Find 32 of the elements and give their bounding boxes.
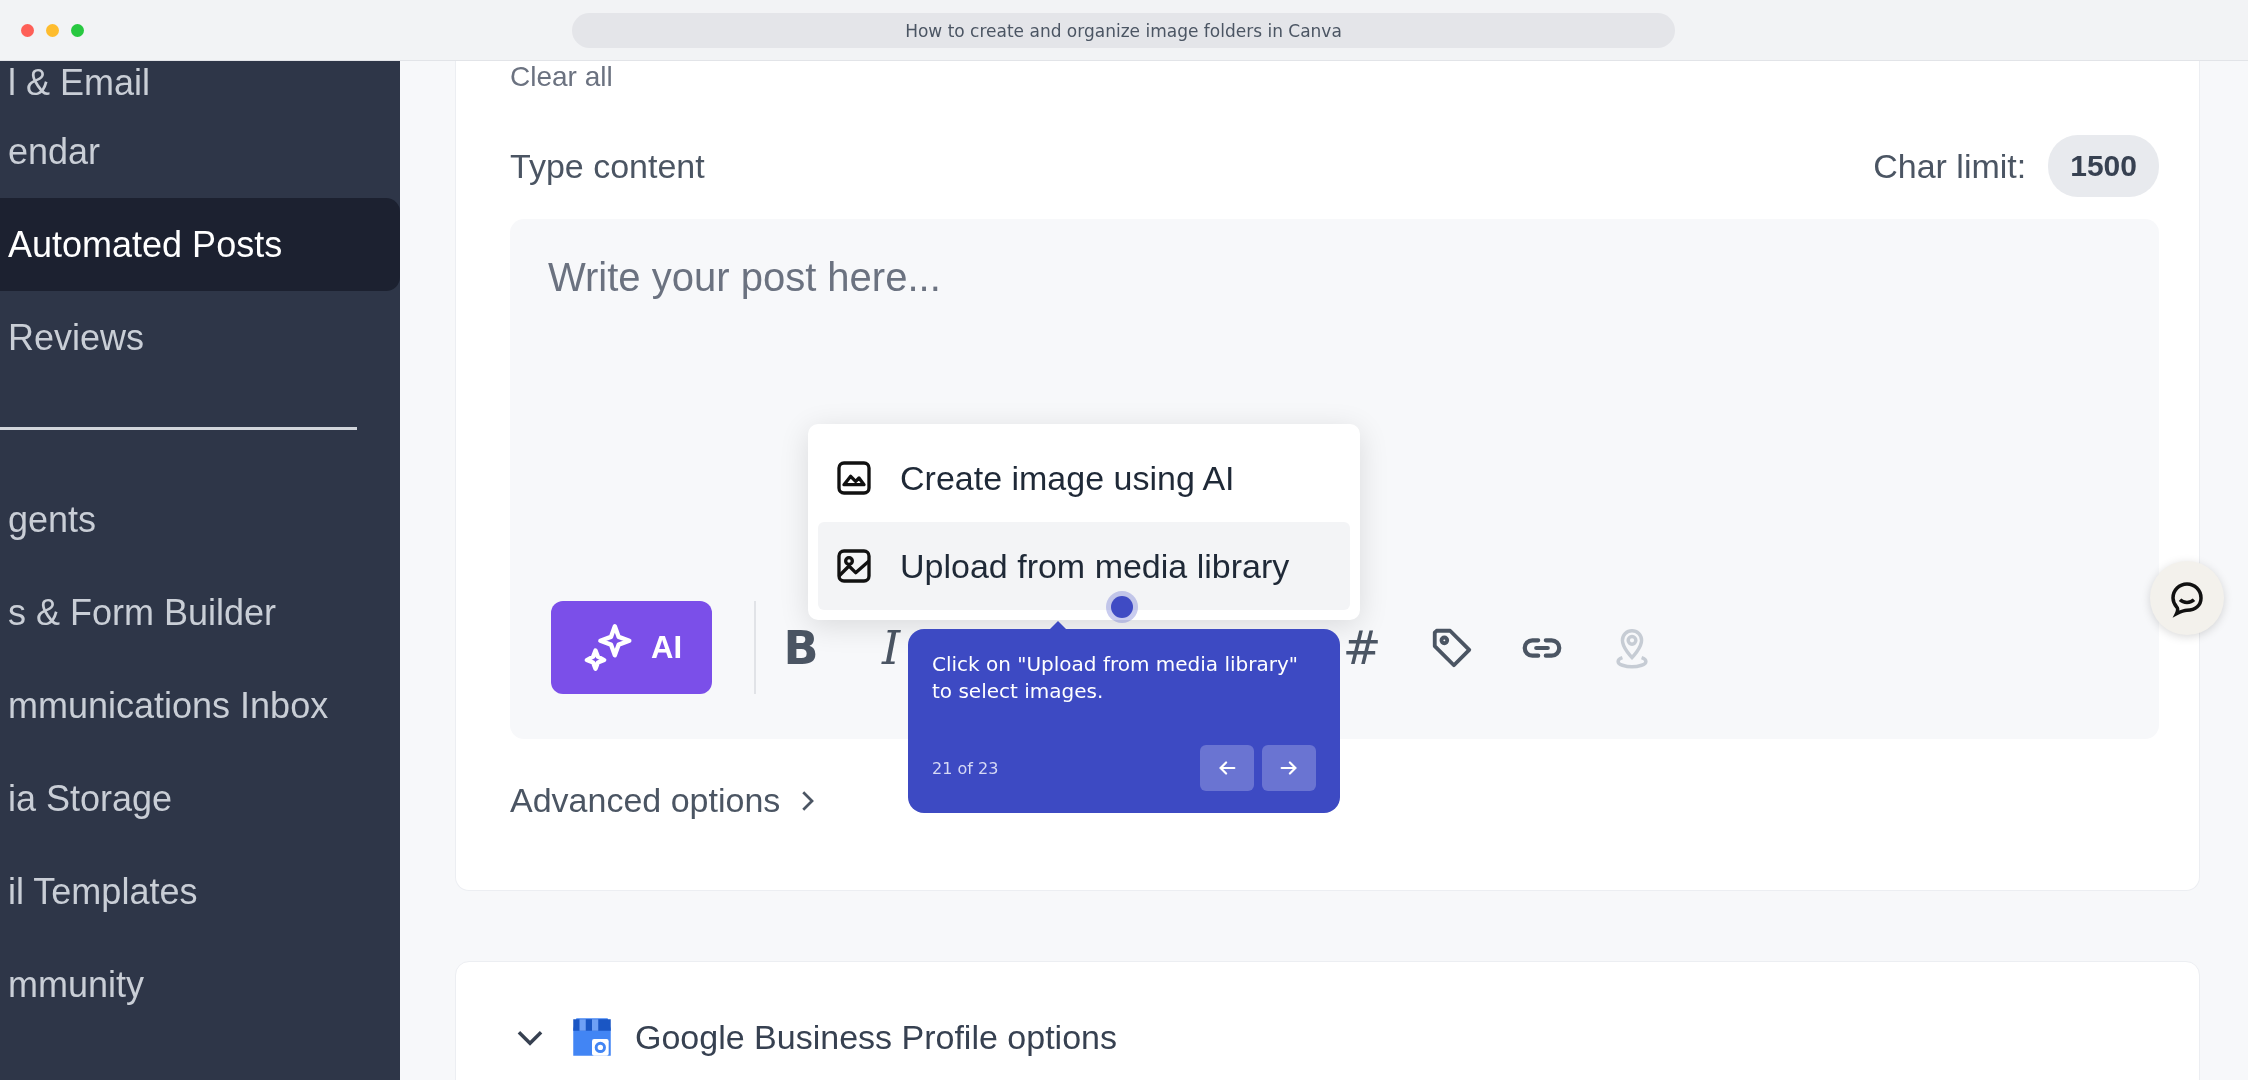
- close-window-dot[interactable]: [21, 23, 34, 37]
- previous-step-button[interactable]: [1200, 745, 1254, 791]
- minimize-window-dot[interactable]: [46, 23, 59, 37]
- ai-button[interactable]: AI: [551, 601, 712, 694]
- clear-all-link[interactable]: Clear all: [510, 61, 613, 93]
- sidebar-item[interactable]: gents: [0, 473, 400, 566]
- hash-tool[interactable]: #: [1317, 617, 1407, 678]
- sidebar-item[interactable]: ia Storage: [0, 752, 400, 845]
- sidebar-item[interactable]: s & Form Builder: [0, 566, 400, 659]
- sidebar-item[interactable]: il Templates: [0, 845, 400, 938]
- sidebar-item[interactable]: Reviews: [0, 291, 400, 384]
- address-bar[interactable]: How to create and organize image folders in Canva: [572, 13, 1675, 48]
- sidebar-item[interactable]: endar: [0, 105, 400, 198]
- gbp-section-header[interactable]: Google Business Profile options: [511, 1012, 1117, 1062]
- bold-tool[interactable]: B: [756, 617, 846, 678]
- mountain-image-icon: [834, 458, 874, 498]
- char-limit-count: 1500: [2048, 135, 2159, 197]
- image-menu-item[interactable]: Upload from media library: [818, 522, 1350, 610]
- step-counter: 21 of 23: [932, 758, 999, 778]
- image-icon: [834, 546, 874, 586]
- sidebar-item[interactable]: Automated Posts: [0, 198, 400, 291]
- advanced-options-toggle[interactable]: Advanced options: [510, 781, 823, 820]
- sidebar-item[interactable]: mmunity: [0, 938, 400, 1031]
- type-content-label: Type content: [510, 146, 705, 186]
- maximize-window-dot[interactable]: [71, 23, 84, 37]
- sidebar-item[interactable]: mmunications Inbox: [0, 659, 400, 752]
- char-limit-label: Char limit:: [1873, 146, 2027, 186]
- image-menu-item[interactable]: Create image using AI: [818, 434, 1350, 522]
- sidebar-item[interactable]: l & Email: [0, 61, 400, 105]
- next-step-button[interactable]: [1262, 745, 1316, 791]
- tooltip-text: Click on "Upload from media library" to select images.: [932, 651, 1299, 705]
- chat-bubble-button[interactable]: [2150, 561, 2224, 635]
